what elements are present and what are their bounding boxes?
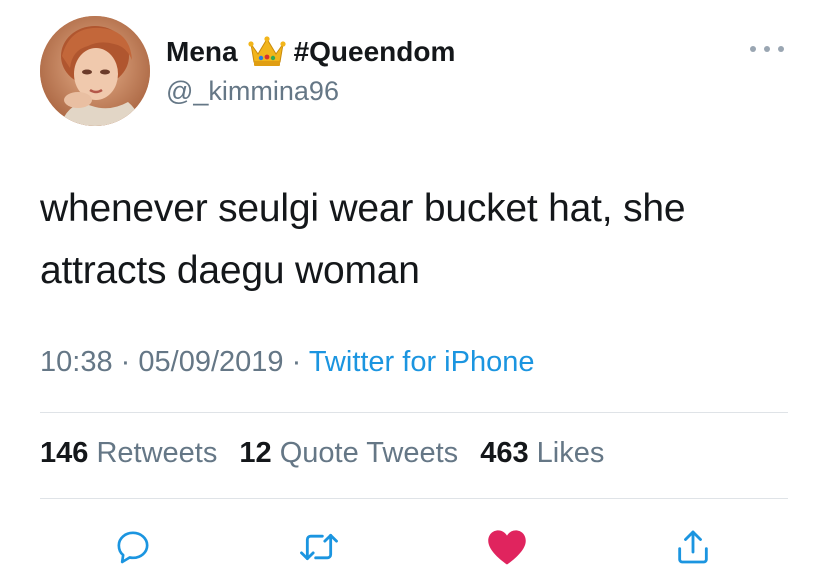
tweet-date: 05/09/2019 <box>138 346 284 378</box>
crown-icon <box>247 35 286 69</box>
author-hashtag[interactable]: #Queendom <box>294 36 456 68</box>
more-options-icon[interactable] <box>750 34 784 64</box>
quote-tweets-stat[interactable]: 12 Quote Tweets <box>239 437 458 469</box>
tweet-text: whenever seulgi wear bucket hat, she att… <box>40 187 686 292</box>
meta-separator: · <box>120 346 131 378</box>
reply-button[interactable] <box>108 522 158 572</box>
author-name[interactable]: Mena <box>166 36 238 68</box>
likes-stat[interactable]: 463 Likes <box>480 437 604 469</box>
tweet-source-link[interactable]: Twitter for iPhone <box>309 346 535 378</box>
retweet-button[interactable] <box>294 522 344 572</box>
tweet-time: 10:38 <box>40 346 113 378</box>
author-name-row[interactable]: Mena #Queendom <box>166 32 455 72</box>
retweets-stat[interactable]: 146 Retweets <box>40 437 217 469</box>
retweet-icon <box>300 533 338 561</box>
share-button[interactable] <box>668 522 718 572</box>
quotes-label: Quote Tweets <box>279 437 459 469</box>
retweets-label: Retweets <box>96 437 218 469</box>
divider <box>40 412 788 413</box>
dot <box>778 46 784 52</box>
dot <box>764 46 770 52</box>
heart-icon <box>488 530 526 565</box>
like-button[interactable] <box>482 522 532 572</box>
reply-icon <box>117 531 149 564</box>
tweet-meta: 10:38 · 05/09/2019 · Twitter for iPhone <box>40 346 534 379</box>
dot <box>750 46 756 52</box>
action-bar <box>0 522 828 572</box>
author-handle[interactable]: @_kimmina96 <box>166 76 339 107</box>
retweets-count: 146 <box>40 437 89 469</box>
share-icon <box>678 530 708 564</box>
tweet-stats: 146 Retweets 12 Quote Tweets 463 Likes <box>40 437 618 470</box>
likes-label: Likes <box>536 437 605 469</box>
divider <box>40 498 788 499</box>
likes-count: 463 <box>480 437 529 469</box>
meta-separator: · <box>291 346 302 378</box>
quotes-count: 12 <box>239 437 272 469</box>
avatar[interactable] <box>40 16 150 126</box>
